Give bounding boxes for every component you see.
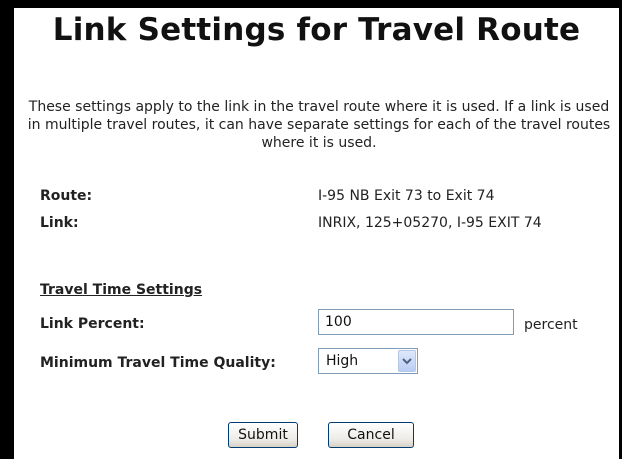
window-frame-left <box>0 0 14 459</box>
cancel-button[interactable]: Cancel <box>328 422 414 448</box>
link-percent-unit: percent <box>524 317 578 333</box>
page-title: Link Settings for Travel Route <box>52 12 581 48</box>
minimum-travel-time-quality-select[interactable]: High <box>318 348 418 374</box>
link-percent-label: Link Percent: <box>40 316 145 332</box>
link-percent-input[interactable] <box>318 309 514 335</box>
window-frame-top <box>0 0 622 8</box>
link-label: Link: <box>40 215 79 231</box>
link-value: INRIX, 125+05270, I-95 EXIT 74 <box>318 215 542 231</box>
dropdown-arrow-button[interactable] <box>398 350 416 372</box>
minimum-travel-time-quality-label: Minimum Travel Time Quality: <box>40 355 276 371</box>
submit-button[interactable]: Submit <box>228 422 298 448</box>
quality-selected-value: High <box>326 353 359 369</box>
route-value: I-95 NB Exit 73 to Exit 74 <box>318 188 495 204</box>
chevron-down-icon <box>402 358 412 365</box>
intro-text: These settings apply to the link in the … <box>27 99 611 151</box>
travel-time-settings-heading: Travel Time Settings <box>40 282 203 298</box>
route-label: Route: <box>40 188 93 204</box>
